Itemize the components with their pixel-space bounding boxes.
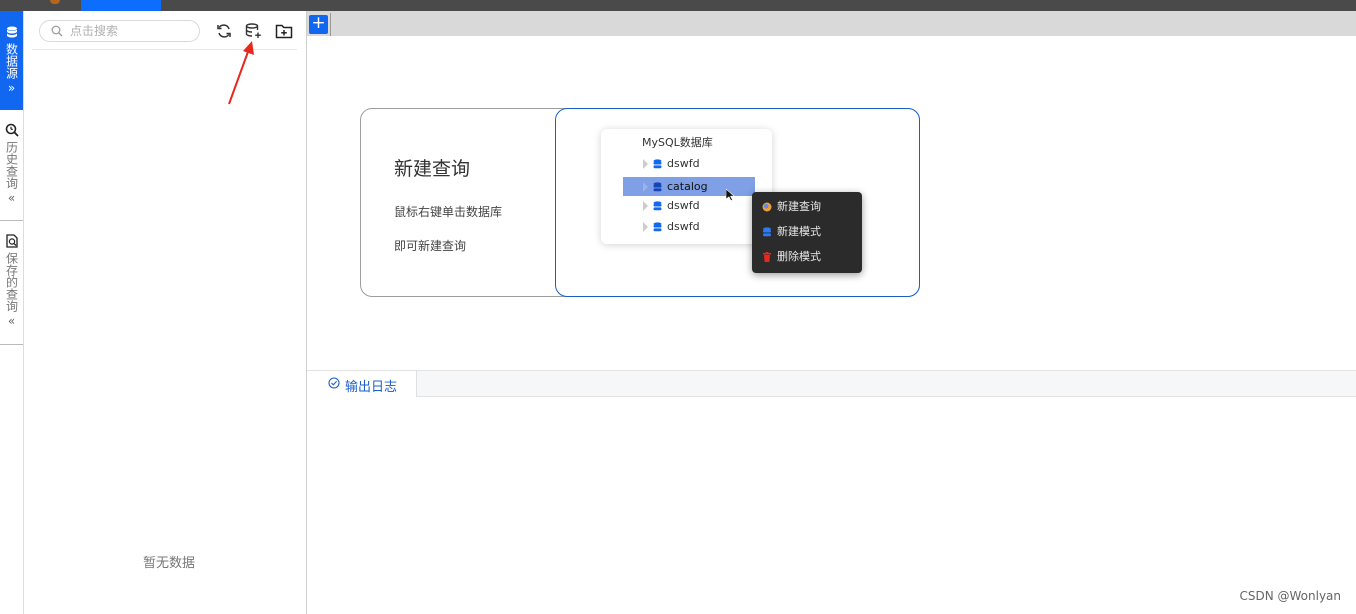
database-icon (653, 222, 662, 232)
nav-saved-queries-label: 保存的查询 (4, 252, 19, 312)
query-tab-strip: + (307, 11, 1356, 36)
database-icon (653, 159, 662, 169)
menu-item-delete-schema: 删除模式 (752, 247, 862, 267)
guide-title: 新建查询 (394, 158, 471, 180)
watermark: CSDN @Wonlyan (1239, 589, 1341, 603)
caret-right-icon (643, 222, 648, 232)
tree-item-selected: catalog (623, 177, 755, 201)
caret-right-icon (643, 159, 648, 169)
menu-item-label: 新建查询 (777, 200, 821, 213)
query-icon (762, 202, 772, 212)
tree-root: MySQL数据库 (601, 133, 772, 152)
search-icon (51, 25, 63, 37)
tab-separator (330, 13, 331, 36)
menu-item-label: 删除模式 (777, 250, 821, 263)
search-history-icon (5, 123, 19, 137)
menu-item-label: 新建模式 (777, 225, 821, 238)
vertical-nav: 数据源 » 历史查询 « 保存的查询 « (0, 11, 24, 614)
nav-datasource-label: 数据源 (4, 43, 19, 79)
new-folder-icon[interactable] (275, 22, 293, 40)
tree-item: dswfd (601, 217, 772, 236)
guide-hint-line1: 鼠标右键单击数据库 (394, 205, 503, 219)
app-top-bar (0, 0, 1356, 11)
caret-right-icon (643, 182, 648, 192)
add-datasource-icon[interactable] (244, 22, 262, 40)
collapse-chevron-icon[interactable]: « (8, 315, 15, 327)
collapse-chevron-icon[interactable]: « (8, 192, 15, 204)
database-icon (6, 26, 17, 38)
menu-item-new-query: 新建查询 (752, 197, 862, 217)
database-icon (653, 182, 662, 192)
active-app-tab[interactable] (81, 0, 161, 11)
search-input[interactable] (70, 23, 190, 39)
nav-saved-queries[interactable]: 保存的查询 « (0, 221, 23, 345)
tree-item-label: dswfd (667, 199, 700, 212)
check-circle-icon (328, 377, 340, 389)
nav-history-label: 历史查询 (4, 141, 19, 189)
tree-item-label: catalog (667, 180, 708, 193)
search-box[interactable] (39, 20, 200, 42)
empty-state-text: 暂无数据 (142, 556, 195, 571)
tab-output-log[interactable]: 输出日志 (307, 371, 417, 397)
tab-output-log-label: 输出日志 (345, 380, 398, 395)
illustration-tree: MySQL数据库 dswfd catalog dswfd dswfd (601, 129, 772, 244)
saved-query-icon (5, 234, 18, 248)
database-icon (763, 227, 771, 237)
menu-item-new-schema: 新建模式 (752, 222, 862, 242)
expand-chevron-icon[interactable]: » (8, 82, 15, 94)
refresh-icon[interactable] (215, 22, 233, 40)
tree-root-label: MySQL数据库 (642, 136, 713, 149)
tree-item-label: dswfd (667, 157, 700, 170)
trash-icon (763, 252, 771, 262)
app-logo (50, 0, 60, 4)
tree-item: dswfd (601, 154, 772, 173)
nav-history[interactable]: 历史查询 « (0, 110, 23, 221)
guide-hint-line2: 即可新建查询 (394, 239, 467, 253)
datasource-panel: 暂无数据 (24, 11, 307, 614)
database-icon (653, 201, 662, 211)
illustration-context-menu: 新建查询 新建模式 删除模式 (752, 192, 862, 273)
caret-right-icon (643, 201, 648, 211)
annotation-arrow-icon (228, 41, 254, 105)
output-tab-bar: 输出日志 (307, 370, 1356, 397)
nav-datasource[interactable]: 数据源 » (0, 11, 23, 110)
tree-item-label: dswfd (667, 220, 700, 233)
add-tab-button[interactable]: + (309, 15, 328, 34)
tree-item: dswfd (601, 196, 772, 215)
